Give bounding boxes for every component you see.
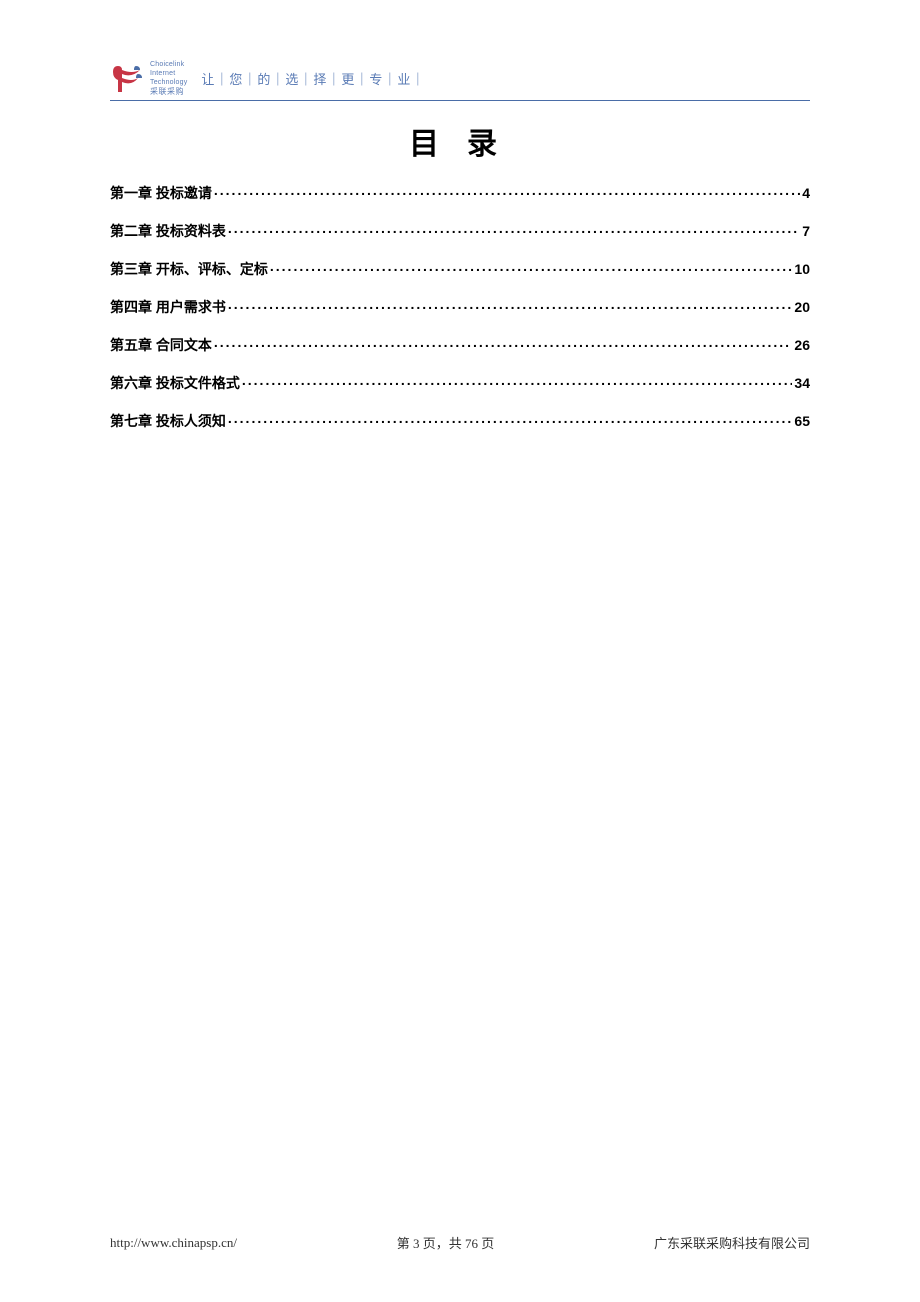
logo-en-line3: Technology	[150, 79, 187, 86]
toc-leader-dots	[242, 374, 793, 388]
toc-leader-dots	[228, 412, 793, 426]
footer-company: 广东采联采购科技有限公司	[654, 1233, 810, 1252]
toc-entry-label: 第一章 投标邀请	[110, 183, 212, 203]
toc-entry-page: 65	[794, 413, 810, 429]
table-of-contents: 第一章 投标邀请 4 第二章 投标资料表 7 第三章 开标、评标、定标 10 第…	[110, 183, 810, 449]
toc-entry-page: 34	[794, 375, 810, 391]
toc-entry-page: 10	[794, 261, 810, 277]
toc-leader-dots	[214, 184, 800, 198]
toc-entry: 第四章 用户需求书 20	[110, 297, 810, 317]
toc-leader-dots	[228, 222, 800, 236]
toc-leader-dots	[270, 260, 793, 274]
toc-entry: 第一章 投标邀请 4	[110, 183, 810, 203]
logo-en-line2: Internet	[150, 70, 187, 77]
toc-leader-dots	[214, 336, 793, 350]
toc-entry-page: 26	[794, 337, 810, 353]
toc-entry: 第六章 投标文件格式 34	[110, 373, 810, 393]
logo-cn: 采联采购	[150, 88, 187, 96]
toc-entry: 第二章 投标资料表 7	[110, 221, 810, 241]
page-footer: http://www.chinapsp.cn/ 第 3 页，共 76 页 广东采…	[110, 1225, 810, 1252]
company-logo: Choicelink Internet Technology 采联采购	[110, 60, 187, 96]
toc-entry-label: 第六章 投标文件格式	[110, 373, 240, 393]
page-title: 目录	[124, 119, 810, 163]
logo-en-line1: Choicelink	[150, 61, 187, 68]
toc-entry-label: 第四章 用户需求书	[110, 297, 226, 317]
toc-entry-label: 第二章 投标资料表	[110, 221, 226, 241]
toc-leader-dots	[228, 298, 793, 312]
document-page: Choicelink Internet Technology 采联采购 让｜您｜…	[0, 0, 920, 1302]
toc-entry-page: 20	[794, 299, 810, 315]
toc-entry-label: 第五章 合同文本	[110, 335, 212, 355]
logo-icon	[110, 60, 146, 96]
logo-text: Choicelink Internet Technology 采联采购	[150, 61, 187, 96]
footer-url: http://www.chinapsp.cn/	[110, 1235, 237, 1251]
toc-entry-label: 第七章 投标人须知	[110, 411, 226, 431]
toc-entry-page: 4	[802, 185, 810, 201]
footer-page-info: 第 3 页，共 76 页	[397, 1233, 495, 1252]
toc-entry-label: 第三章 开标、评标、定标	[110, 259, 268, 279]
toc-entry: 第五章 合同文本 26	[110, 335, 810, 355]
content-spacer	[110, 449, 810, 1225]
header-slogan: 让｜您｜的｜选｜择｜更｜专｜业｜	[201, 69, 425, 88]
toc-entry: 第七章 投标人须知 65	[110, 411, 810, 431]
toc-entry-page: 7	[802, 223, 810, 239]
page-header: Choicelink Internet Technology 采联采购 让｜您｜…	[110, 60, 810, 101]
toc-entry: 第三章 开标、评标、定标 10	[110, 259, 810, 279]
